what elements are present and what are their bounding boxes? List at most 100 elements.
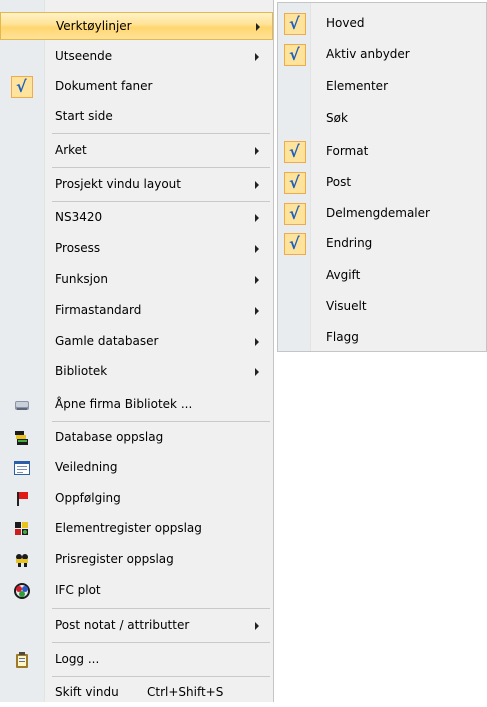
menu-separator [52, 167, 270, 168]
guide-icon [14, 461, 30, 475]
menu-item-veiledning[interactable]: Veiledning [0, 454, 273, 482]
menu-item-verktoylinjer[interactable]: Verktøylinjer [0, 12, 273, 40]
menu-item-dokument-faner[interactable]: √ Dokument faner [0, 73, 273, 101]
submenu-item-endring[interactable]: √ Endring [278, 229, 486, 260]
menu-item-label: Firmastandard [55, 303, 142, 317]
menu-item-label: Utseende [55, 49, 113, 63]
menu-separator [52, 421, 270, 422]
menu-item-database-oppslag[interactable]: Database oppslag [0, 424, 273, 452]
menu-item-gamle-databaser[interactable]: Gamle databaser [0, 328, 273, 356]
menu-item-label: Veiledning [55, 460, 118, 474]
menu-item-label: Database oppslag [55, 430, 164, 444]
menu-item-label: Funksjon [55, 272, 108, 286]
menu-item-label: Gamle databaser [55, 334, 159, 348]
menu-separator [52, 133, 270, 134]
submenu-arrow-icon [255, 276, 259, 284]
submenu-item-label: Visuelt [326, 299, 367, 313]
checkmark-icon: √ [284, 172, 306, 194]
menu-separator [52, 201, 270, 202]
checkmark-icon: √ [284, 233, 306, 255]
submenu-item-label: Format [326, 144, 369, 158]
submenu-item-format[interactable]: √ Format [278, 137, 486, 168]
menu-item-bibliotek[interactable]: Bibliotek [0, 358, 273, 386]
submenu-arrow-icon [255, 181, 259, 189]
menu-item-funksjon[interactable]: Funksjon [0, 266, 273, 294]
menu-item-label: Dokument faner [55, 79, 153, 93]
submenu-arrow-icon [255, 245, 259, 253]
view-menu: Verktøylinjer Utseende √ Dokument faner … [0, 0, 274, 702]
menu-item-apne-firma-bibliotek[interactable]: Åpne firma Bibliotek ... [0, 391, 273, 419]
submenu-item-label: Aktiv anbyder [326, 47, 410, 61]
submenu-item-label: Endring [326, 236, 373, 250]
ifc-plot-icon [14, 583, 30, 599]
submenu-arrow-icon [255, 147, 259, 155]
menu-item-firmastandard[interactable]: Firmastandard [0, 297, 273, 325]
submenu-item-label: Elementer [326, 79, 388, 93]
submenu-arrow-icon [255, 214, 259, 222]
menu-item-ifc-plot[interactable]: IFC plot [0, 577, 273, 605]
submenu-arrow-icon [255, 368, 259, 376]
submenu-item-delmengdemaler[interactable]: √ Delmengdemaler [278, 199, 486, 230]
menu-item-start-side[interactable]: Start side [0, 103, 273, 131]
menu-item-arket[interactable]: Arket [0, 137, 273, 165]
submenu-item-label: Søk [326, 111, 348, 125]
toolbars-submenu: √ Hoved √ Aktiv anbyder Elementer Søk √ … [277, 2, 487, 352]
submenu-item-aktiv-anbyder[interactable]: √ Aktiv anbyder [278, 40, 486, 71]
submenu-item-sok[interactable]: Søk [278, 104, 486, 135]
clipboard-log-icon [16, 652, 28, 668]
submenu-arrow-icon [255, 338, 259, 346]
checkmark-icon: √ [11, 76, 33, 98]
submenu-item-label: Delmengdemaler [326, 206, 430, 220]
submenu-item-hoved[interactable]: √ Hoved [278, 9, 486, 40]
menu-item-ns3420[interactable]: NS3420 [0, 204, 273, 232]
submenu-arrow-icon [255, 622, 259, 630]
submenu-arrow-icon [256, 23, 260, 31]
menu-separator [52, 642, 270, 643]
menu-item-prisregister-oppslag[interactable]: Prisregister oppslag [0, 546, 273, 574]
menu-item-prosess[interactable]: Prosess [0, 235, 273, 263]
library-book-icon [15, 401, 29, 410]
menu-item-post-notat-attributter[interactable]: Post notat / attributter [0, 612, 273, 640]
checkmark-icon: √ [284, 44, 306, 66]
menu-item-label: Åpne firma Bibliotek ... [55, 397, 193, 411]
submenu-item-flagg[interactable]: Flagg [278, 323, 486, 354]
submenu-item-elementer[interactable]: Elementer [278, 72, 486, 103]
submenu-arrow-icon [255, 53, 259, 61]
checkmark-icon: √ [284, 141, 306, 163]
submenu-item-visuelt[interactable]: Visuelt [278, 292, 486, 323]
menu-item-skift-vindu[interactable]: Skift vindu Ctrl+Shift+S [0, 679, 273, 707]
price-register-icon [16, 554, 28, 567]
red-flag-icon [17, 492, 28, 506]
submenu-item-label: Hoved [326, 16, 365, 30]
menu-item-prosjekt-vindu-layout[interactable]: Prosjekt vindu layout [0, 171, 273, 199]
menu-item-label: NS3420 [55, 210, 103, 224]
submenu-item-avgift[interactable]: Avgift [278, 261, 486, 292]
submenu-item-post[interactable]: √ Post [278, 168, 486, 199]
menu-item-logg[interactable]: Logg ... [0, 646, 273, 674]
shortcut-label: Ctrl+Shift+S [147, 685, 224, 699]
menu-item-label: Prisregister oppslag [55, 552, 174, 566]
menu-item-label: IFC plot [55, 583, 101, 597]
checkmark-icon: √ [284, 13, 306, 35]
submenu-arrow-icon [255, 307, 259, 315]
menu-item-label: Start side [55, 109, 113, 123]
menu-item-oppfolging[interactable]: Oppfølging [0, 485, 273, 513]
menu-item-label: Prosess [55, 241, 101, 255]
menu-item-label: Post notat / attributter [55, 618, 190, 632]
menu-separator [52, 676, 270, 677]
menu-item-utseende[interactable]: Utseende [0, 43, 273, 71]
menu-item-label: Arket [55, 143, 87, 157]
menu-separator [52, 608, 270, 609]
menu-item-label: Oppfølging [55, 491, 121, 505]
menu-item-label: Logg ... [55, 652, 100, 666]
submenu-item-label: Flagg [326, 330, 359, 344]
submenu-item-label: Post [326, 175, 352, 189]
menu-item-elementregister-oppslag[interactable]: Elementregister oppslag [0, 515, 273, 543]
checkmark-icon: √ [284, 203, 306, 225]
menu-item-label: Elementregister oppslag [55, 521, 202, 535]
database-lookup-icon [15, 431, 28, 445]
element-register-icon [15, 522, 28, 535]
submenu-item-label: Avgift [326, 268, 361, 282]
menu-item-label: Bibliotek [55, 364, 108, 378]
menu-item-label: Verktøylinjer [56, 19, 132, 33]
